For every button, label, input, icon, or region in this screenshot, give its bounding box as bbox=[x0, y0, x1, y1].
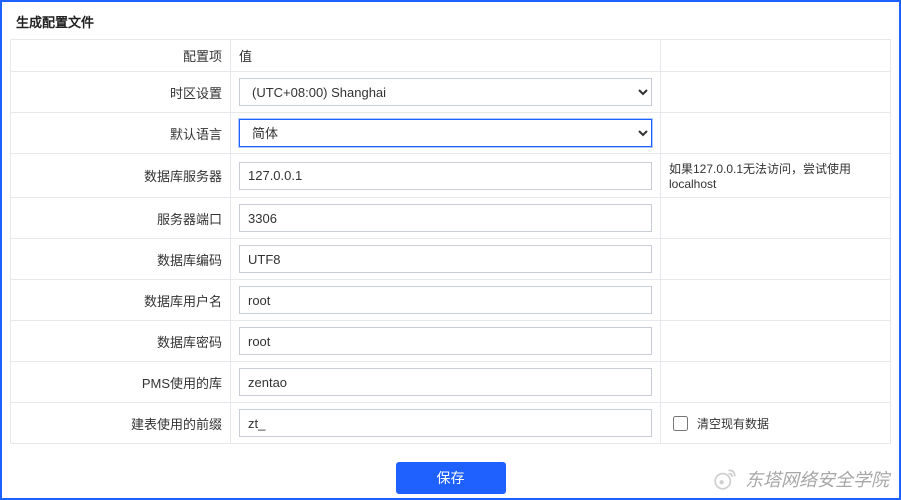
label-pms-db: PMS使用的库 bbox=[11, 362, 231, 403]
input-db-port[interactable] bbox=[239, 204, 652, 232]
row-db-host: 数据库服务器 如果127.0.0.1无法访问，尝试使用localhost bbox=[11, 154, 891, 198]
config-panel: 生成配置文件 配置项 值 时区设置 (UTC+08:00) Shanghai 默… bbox=[0, 0, 901, 500]
label-timezone: 时区设置 bbox=[11, 72, 231, 113]
input-db-password[interactable] bbox=[239, 327, 652, 355]
label-clear-data: 清空现有数据 bbox=[697, 415, 769, 432]
row-language: 默认语言 简体 bbox=[11, 113, 891, 154]
row-db-password: 数据库密码 bbox=[11, 321, 891, 362]
table-header-hint bbox=[661, 40, 891, 72]
label-db-encoding: 数据库编码 bbox=[11, 239, 231, 280]
label-language: 默认语言 bbox=[11, 113, 231, 154]
config-form-table: 配置项 值 时区设置 (UTC+08:00) Shanghai 默认语言 简体 bbox=[10, 39, 891, 444]
input-db-encoding[interactable] bbox=[239, 245, 652, 273]
label-db-user: 数据库用户名 bbox=[11, 280, 231, 321]
save-button[interactable]: 保存 bbox=[396, 462, 506, 494]
table-header-key: 配置项 bbox=[11, 40, 231, 72]
row-timezone: 时区设置 (UTC+08:00) Shanghai bbox=[11, 72, 891, 113]
label-db-password: 数据库密码 bbox=[11, 321, 231, 362]
input-db-user[interactable] bbox=[239, 286, 652, 314]
label-db-port: 服务器端口 bbox=[11, 198, 231, 239]
hint-db-host: 如果127.0.0.1无法访问，尝试使用localhost bbox=[661, 154, 891, 198]
row-db-user: 数据库用户名 bbox=[11, 280, 891, 321]
row-db-port: 服务器端口 bbox=[11, 198, 891, 239]
table-header-row: 配置项 值 bbox=[11, 40, 891, 72]
select-language[interactable]: 简体 bbox=[239, 119, 652, 147]
action-row: 保存 bbox=[10, 444, 891, 494]
label-db-host: 数据库服务器 bbox=[11, 154, 231, 198]
select-timezone[interactable]: (UTC+08:00) Shanghai bbox=[239, 78, 652, 106]
input-db-host[interactable] bbox=[239, 162, 652, 190]
panel-title: 生成配置文件 bbox=[2, 2, 899, 39]
input-table-prefix[interactable] bbox=[239, 409, 652, 437]
row-db-encoding: 数据库编码 bbox=[11, 239, 891, 280]
clear-data-wrap[interactable]: 清空现有数据 bbox=[669, 413, 882, 434]
checkbox-clear-data[interactable] bbox=[673, 416, 688, 431]
form-wrap: 配置项 值 时区设置 (UTC+08:00) Shanghai 默认语言 简体 bbox=[2, 39, 899, 494]
table-header-value: 值 bbox=[231, 40, 661, 72]
label-table-prefix: 建表使用的前缀 bbox=[11, 403, 231, 444]
row-pms-db: PMS使用的库 bbox=[11, 362, 891, 403]
input-pms-db[interactable] bbox=[239, 368, 652, 396]
row-table-prefix: 建表使用的前缀 清空现有数据 bbox=[11, 403, 891, 444]
